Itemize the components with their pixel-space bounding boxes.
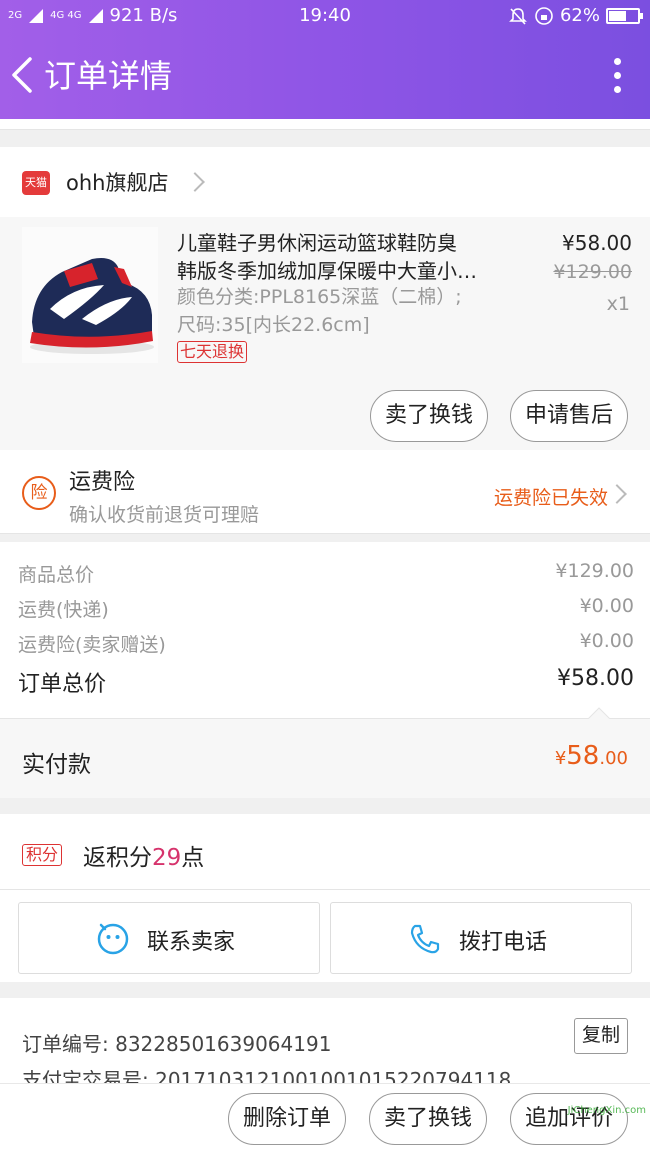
paid-currency: ¥ xyxy=(554,748,567,769)
goods-total-label: 商品总价 xyxy=(18,564,95,586)
top-bar: 2G 4G 4G 921 B/s 19:40 62% 订单详情 xyxy=(0,0,650,119)
insurance-fee-row: 运费险(卖家赠送) ¥0.00 xyxy=(18,630,634,657)
insurance-subtitle: 确认收货前退货可理赔 xyxy=(69,504,260,526)
product-name[interactable]: 儿童鞋子男休闲运动篮球鞋防臭 韩版冬季加绒加厚保暖中大童小… xyxy=(177,229,507,285)
shipping-row: 运费(快递) ¥0.00 xyxy=(18,595,634,622)
insurance-title: 运费险 xyxy=(69,470,136,495)
chevron-right-icon xyxy=(607,484,627,504)
paid-integer: 58 xyxy=(566,741,600,771)
paid-amount-row: 实付款 ¥58.00 xyxy=(0,707,650,798)
bottom-sell-button[interactable]: 卖了换钱 xyxy=(369,1093,487,1145)
paid-decimal: .00 xyxy=(599,748,628,769)
copy-button[interactable]: 复制 xyxy=(574,1018,628,1054)
points-tag: 积分 xyxy=(22,844,63,866)
rotation-lock-icon xyxy=(535,6,553,25)
delete-order-button[interactable]: 删除订单 xyxy=(228,1093,346,1145)
nav-bar: 订单详情 xyxy=(0,32,650,119)
call-phone-label: 拨打电话 xyxy=(459,930,548,955)
product-quantity: x1 xyxy=(606,293,630,315)
battery-percent: 62% xyxy=(559,5,600,26)
order-number: 订单编号: 83228501639064191 xyxy=(22,1032,332,1056)
status-bar: 2G 4G 4G 921 B/s 19:40 62% xyxy=(0,0,650,32)
store-row[interactable]: 天猫 ohh旗舰店 xyxy=(0,147,650,217)
sell-button[interactable]: 卖了换钱 xyxy=(370,390,488,442)
product-spec: 颜色分类:PPL8165深蓝（二棉）; 尺码:35[内长22.6cm] xyxy=(177,283,507,339)
chevron-right-icon xyxy=(185,172,205,192)
battery-icon xyxy=(606,7,643,24)
product-name-line-2: 韩版冬季加绒加厚保暖中大童小… xyxy=(177,259,477,283)
price-summary: 商品总价 ¥129.00 运费(快递) ¥0.00 运费险(卖家赠送) ¥0.0… xyxy=(0,542,650,718)
chat-bubble-icon xyxy=(97,923,129,955)
product-name-line-1: 儿童鞋子男休闲运动篮球鞋防臭 xyxy=(177,231,457,255)
product-spec-line-1: 颜色分类:PPL8165深蓝（二棉）; xyxy=(177,286,462,308)
more-menu-icon[interactable] xyxy=(612,58,622,94)
points-prefix: 返积分 xyxy=(83,845,152,871)
tmall-icon: 天猫 xyxy=(22,171,50,195)
shipping-value: ¥0.00 xyxy=(579,595,634,617)
contact-seller-label: 联系卖家 xyxy=(147,930,236,955)
bottom-action-bar: 删除订单 卖了换钱 追加评价 xyxy=(0,1083,650,1155)
mute-bell-icon xyxy=(509,7,527,25)
page-title: 订单详情 xyxy=(44,57,173,95)
product-card[interactable]: 儿童鞋子男休闲运动篮球鞋防臭 韩版冬季加绒加厚保暖中大童小… 颜色分类:PPL8… xyxy=(0,217,650,450)
insurance-fee-value: ¥0.00 xyxy=(579,630,634,652)
order-total-value: ¥58.00 xyxy=(557,666,634,691)
paid-value: ¥58.00 xyxy=(555,741,628,771)
insurance-icon: 险 xyxy=(22,476,56,510)
shoe-image xyxy=(22,227,158,363)
back-arrow-icon[interactable] xyxy=(8,56,38,94)
insurance-status: 运费险已失效 xyxy=(493,487,608,509)
goods-total-row: 商品总价 ¥129.00 xyxy=(18,560,634,587)
top-strip xyxy=(0,119,650,130)
insurance-fee-label: 运费险(卖家赠送) xyxy=(18,634,166,656)
points-row: 积分 返积分29点 xyxy=(0,814,650,890)
contact-seller-button[interactable]: 联系卖家 xyxy=(18,902,320,974)
caret-up-icon xyxy=(588,707,610,719)
call-phone-button[interactable]: 拨打电话 xyxy=(330,902,632,974)
product-spec-line-2: 尺码:35[内长22.6cm] xyxy=(177,314,370,336)
product-price: ¥58.00 xyxy=(562,231,632,255)
points-value: 29 xyxy=(152,845,182,871)
return-policy-tag: 七天退换 xyxy=(177,341,248,363)
product-original-price: ¥129.00 xyxy=(553,261,632,283)
product-image[interactable] xyxy=(22,227,158,363)
order-total-label: 订单总价 xyxy=(18,672,107,697)
goods-total-value: ¥129.00 xyxy=(555,560,634,582)
watermark: JiChengXin.com xyxy=(567,1105,646,1116)
contact-row: 联系卖家 拨打电话 xyxy=(0,890,650,982)
shipping-insurance-row[interactable]: 险 运费险 确认收货前退货可理赔 运费险已失效 xyxy=(0,450,650,534)
phone-icon xyxy=(410,924,440,954)
store-name[interactable]: ohh旗舰店 xyxy=(66,167,168,197)
paid-label: 实付款 xyxy=(22,752,91,778)
add-review-button[interactable]: 追加评价 xyxy=(510,1093,628,1145)
points-text: 返积分29点 xyxy=(83,838,204,872)
order-total-row: 订单总价 ¥58.00 xyxy=(18,666,634,698)
points-suffix: 点 xyxy=(181,845,205,871)
shipping-label: 运费(快递) xyxy=(18,599,109,621)
after-sale-button[interactable]: 申请售后 xyxy=(510,390,628,442)
order-info: 订单编号: 83228501639064191 复制 支付宝交易号: 20171… xyxy=(0,998,650,1092)
